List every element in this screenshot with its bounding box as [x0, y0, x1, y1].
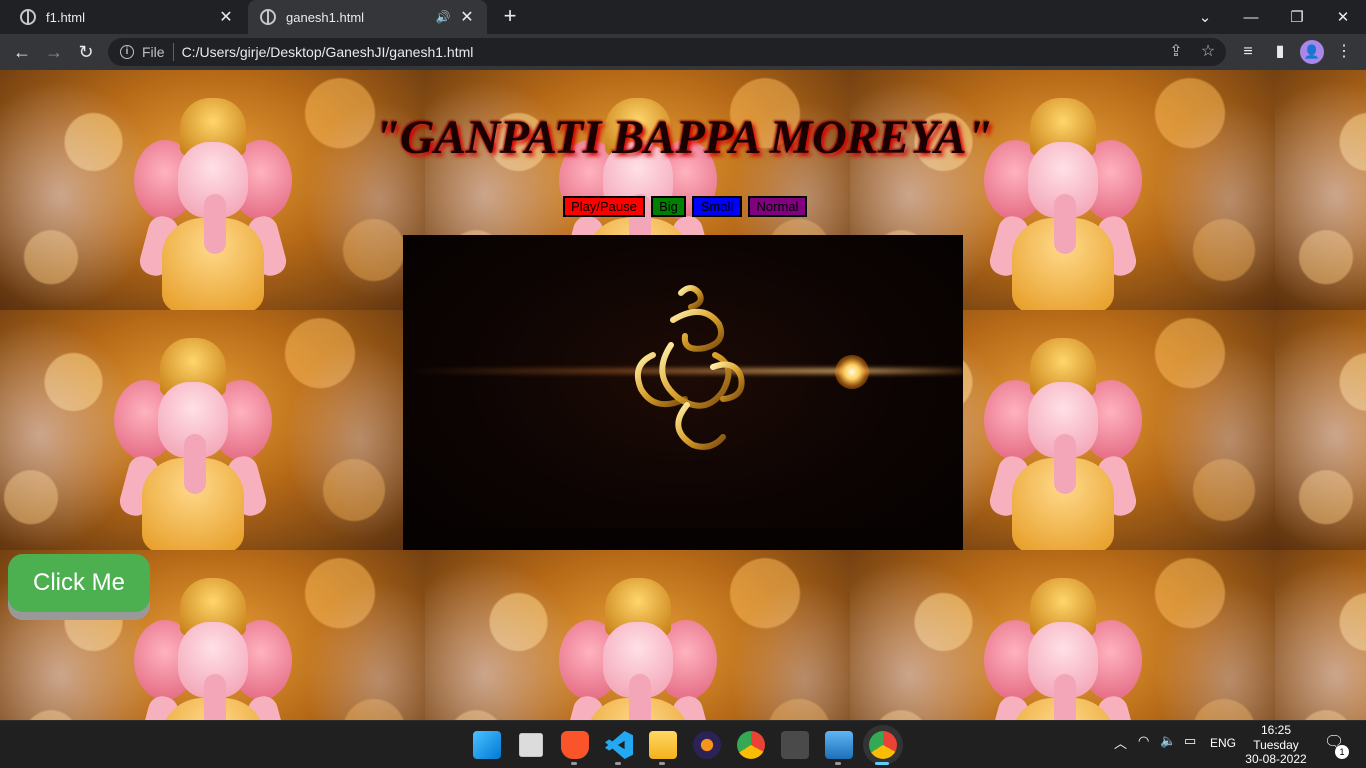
info-icon[interactable]: i [120, 45, 134, 59]
tab-ganesh1[interactable]: ganesh1.html 🔊 ✕ [248, 0, 487, 34]
taskbar: ︿ ◠ 🔈 ▭ ENG 16:25 Tuesday 30-08-2022 🗨 1 [0, 720, 1366, 768]
url-scheme: File [142, 44, 165, 60]
windows-start-icon[interactable] [473, 731, 501, 759]
running-indicator [835, 762, 841, 765]
vscode-icon[interactable] [605, 731, 633, 759]
brave-browser-icon[interactable] [561, 731, 589, 759]
globe-icon [260, 9, 276, 25]
chrome-icon[interactable] [737, 731, 765, 759]
side-panel-icon[interactable]: ▮ [1266, 38, 1294, 66]
profile-avatar[interactable]: 👤 [1300, 40, 1324, 64]
restore-icon[interactable]: ❐ [1274, 0, 1320, 34]
tab-title: f1.html [46, 9, 86, 25]
close-icon[interactable]: ✕ [459, 7, 475, 27]
wifi-icon[interactable]: ◠ [1138, 733, 1149, 749]
ganesh-background-tile [1275, 550, 1366, 720]
close-window-icon[interactable]: ✕ [1320, 0, 1366, 34]
tab-strip: f1.html ✕ ganesh1.html 🔊 ✕ + ⌄ — ❐ ✕ [0, 0, 1366, 34]
tab-title: ganesh1.html [286, 9, 365, 25]
chrome-profile-icon[interactable] [869, 731, 897, 759]
active-indicator [875, 762, 889, 765]
close-icon[interactable]: ✕ [218, 7, 234, 27]
ganesh-idol-image [108, 338, 278, 550]
ganesh-idol-image [128, 578, 298, 720]
video-controls: Play/Pause Big Small Normal [563, 196, 807, 217]
sublime-text-icon[interactable] [781, 731, 809, 759]
ganesh-background-tile [1275, 310, 1366, 550]
browser-toolbar: ← → ↻ i File C:/Users/girje/Desktop/Gane… [0, 34, 1366, 70]
file-explorer-icon[interactable] [649, 731, 677, 759]
divider [172, 43, 174, 61]
video-bottom-strip [403, 528, 963, 550]
ganesh-background-tile [850, 550, 1275, 720]
share-icon[interactable]: ⇪ [1162, 38, 1190, 66]
ganesh-background-tile [0, 70, 425, 310]
battery-icon[interactable]: ▭ [1184, 733, 1196, 749]
clock-date: 30-08-2022 [1245, 752, 1307, 766]
small-button[interactable]: Small [692, 196, 742, 217]
task-view-icon[interactable] [519, 733, 543, 757]
ganesh-background-tile [0, 310, 405, 550]
clock[interactable]: 16:25 Tuesday 30-08-2022 [1236, 723, 1316, 767]
tab-f1[interactable]: f1.html ✕ [8, 0, 246, 34]
back-icon[interactable]: ← [8, 38, 36, 66]
ganesh-background-tile [425, 550, 850, 720]
volume-icon[interactable]: 🔈 [1160, 733, 1176, 749]
notification-badge: 1 [1335, 745, 1349, 759]
forward-icon[interactable]: → [40, 38, 68, 66]
eclipse-icon[interactable] [693, 731, 721, 759]
language-indicator[interactable]: ENG [1210, 736, 1236, 750]
menu-icon[interactable]: ⋮ [1330, 38, 1358, 66]
ganesh-idol-image [978, 338, 1148, 550]
page-title: "GANPATI BAPPA MOREYA" [373, 111, 993, 164]
page-viewport: "GANPATI BAPPA MOREYA" Play/Pause Big Sm… [0, 70, 1366, 720]
clock-time: 16:25 [1260, 723, 1292, 737]
running-indicator [615, 762, 621, 765]
ganesh-om-symbol-icon [635, 285, 745, 450]
video-player[interactable] [403, 235, 963, 550]
clock-day: Tuesday [1253, 737, 1299, 752]
ganesh-idol-image [978, 578, 1148, 720]
light-flare [835, 355, 869, 389]
url-text[interactable]: C:/Users/girje/Desktop/GaneshJI/ganesh1.… [182, 44, 474, 60]
speaker-icon[interactable]: 🔊 [435, 10, 451, 24]
globe-icon [20, 9, 36, 25]
ganesh-background-tile [1275, 70, 1366, 310]
click-me-button[interactable]: Click Me [8, 554, 150, 612]
media-control-icon[interactable]: ≡ [1234, 38, 1262, 66]
chevron-up-icon[interactable]: ︿ [1114, 733, 1127, 752]
address-bar[interactable]: i File C:/Users/girje/Desktop/GaneshJI/g… [108, 38, 1226, 66]
bookmark-star-icon[interactable]: ☆ [1194, 38, 1222, 66]
play-pause-button[interactable]: Play/Pause [563, 196, 645, 217]
running-indicator [571, 762, 577, 765]
reload-icon[interactable]: ↻ [72, 38, 100, 66]
tab-search-icon[interactable]: ⌄ [1182, 0, 1228, 34]
minimize-icon[interactable]: — [1228, 0, 1274, 34]
normal-button[interactable]: Normal [748, 196, 807, 217]
new-tab-button[interactable]: + [498, 4, 522, 28]
photos-icon[interactable] [825, 731, 853, 759]
big-button[interactable]: Big [651, 196, 686, 217]
ganesh-idol-image [553, 578, 723, 720]
running-indicator [659, 762, 665, 765]
